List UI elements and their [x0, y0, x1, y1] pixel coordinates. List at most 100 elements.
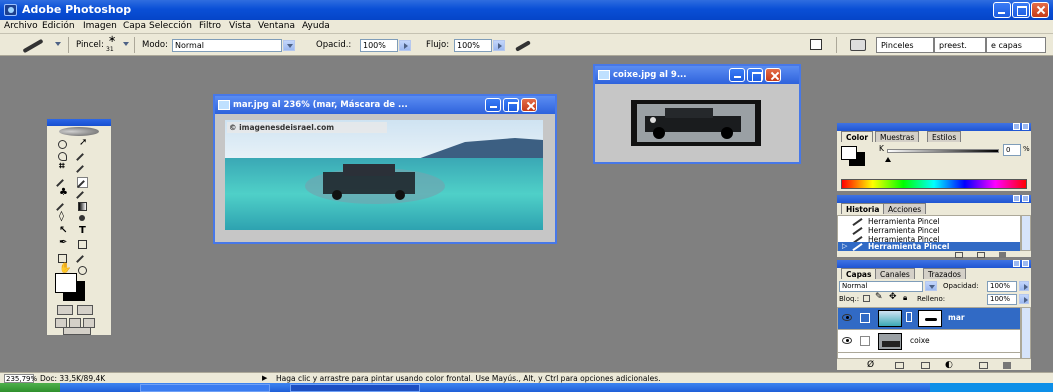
color-palette-minimize-button[interactable] — [1013, 123, 1020, 130]
zoom-tool[interactable] — [77, 265, 88, 276]
magic-wand-tool[interactable] — [76, 151, 89, 166]
pen-tool[interactable]: ✒ — [57, 237, 68, 250]
add-mask-icon[interactable] — [895, 362, 904, 369]
k-value-input[interactable]: 0 — [1003, 144, 1021, 156]
layer-row-coixe[interactable]: coixe — [838, 331, 1020, 353]
canvas-mar[interactable]: © imagenesdeisrael.com — [225, 120, 543, 230]
menu-ayuda[interactable]: Ayuda — [302, 21, 330, 31]
new-snapshot-icon[interactable] — [977, 252, 985, 258]
standard-mode-button[interactable] — [57, 305, 73, 315]
toolbox-header[interactable] — [47, 119, 111, 126]
history-palette-header[interactable] — [837, 195, 1031, 203]
mode-dropdown-arrow[interactable] — [283, 40, 295, 51]
doc-coixe-close-button[interactable] — [765, 68, 781, 82]
doc-mar-close-button[interactable] — [521, 98, 537, 112]
minimize-button[interactable] — [993, 2, 1011, 18]
brush-tool-preset-icon[interactable] — [22, 38, 44, 54]
move-tool[interactable]: ➚ — [77, 137, 88, 150]
history-palette-close-button[interactable] — [1022, 195, 1029, 202]
history-item[interactable]: Herramienta Pincel — [838, 217, 1020, 226]
doc-coixe-maximize-button[interactable] — [747, 68, 763, 82]
flow-input[interactable]: 100% — [454, 39, 492, 52]
tab-estilos[interactable]: Estilos — [927, 131, 962, 142]
quick-mask-button[interactable] — [77, 305, 93, 315]
flow-slider-button[interactable] — [493, 40, 505, 51]
start-button[interactable] — [0, 383, 60, 392]
close-button[interactable] — [1031, 2, 1049, 18]
menu-ventana[interactable]: Ventana — [258, 21, 295, 31]
visibility-eye-icon[interactable] — [842, 337, 852, 344]
marquee-tool[interactable] — [57, 139, 68, 150]
tab-trazados[interactable]: Trazados — [923, 268, 966, 279]
history-item[interactable]: Herramienta Pincel — [838, 226, 1020, 235]
adjustment-layer-icon[interactable]: ◐ — [945, 360, 953, 370]
canvas-coixe[interactable] — [631, 100, 761, 146]
menu-edicion[interactable]: Edición — [42, 21, 75, 31]
file-browser-icon[interactable] — [810, 39, 822, 50]
menu-imagen[interactable]: Imagen — [83, 21, 117, 31]
lock-transparency-icon[interactable] — [863, 295, 870, 302]
layer-opacity-input[interactable]: 100% — [987, 281, 1017, 292]
crop-tool[interactable]: ⌗ — [57, 161, 68, 174]
menu-vista[interactable]: Vista — [229, 21, 251, 31]
fill-slider-button[interactable] — [1019, 294, 1029, 304]
history-scrollbar[interactable] — [1021, 215, 1031, 251]
blend-mode-dropdown-arrow[interactable] — [925, 281, 937, 291]
slice-tool[interactable] — [76, 163, 89, 178]
zoom-field[interactable]: 235,79% — [4, 374, 37, 383]
clone-stamp-tool[interactable]: ♣ — [57, 187, 68, 200]
doc-mar-minimize-button[interactable] — [485, 98, 501, 112]
doc-coixe-minimize-button[interactable] — [729, 68, 745, 82]
opacity-input[interactable]: 100% — [360, 39, 398, 52]
layers-palette-minimize-button[interactable] — [1013, 260, 1020, 267]
tab-acciones[interactable]: Acciones — [883, 203, 927, 214]
brush-picker-dropdown[interactable] — [120, 39, 132, 50]
foreground-color-swatch[interactable] — [55, 273, 77, 293]
lock-image-icon[interactable]: ✎ — [875, 292, 883, 302]
new-document-from-state-icon[interactable] — [955, 252, 963, 258]
eyedropper-tool[interactable] — [76, 253, 89, 268]
menu-filtro[interactable]: Filtro — [199, 21, 221, 31]
history-item-selected[interactable]: ▷ Herramienta Pincel — [838, 242, 1020, 251]
palette-well-icon[interactable] — [850, 39, 866, 51]
type-tool[interactable]: T — [77, 225, 88, 238]
layer-style-icon[interactable]: Ø — [867, 360, 874, 370]
fill-input[interactable]: 100% — [987, 294, 1017, 305]
color-palette-close-button[interactable] — [1022, 123, 1029, 130]
tab-canales[interactable]: Canales — [875, 268, 915, 279]
k-slider[interactable] — [885, 149, 999, 162]
new-set-icon[interactable] — [921, 362, 930, 369]
tab-color[interactable]: Color — [841, 131, 874, 142]
blur-tool[interactable]: ◊ — [57, 211, 68, 224]
menu-capa[interactable]: Capa — [123, 21, 146, 31]
layers-palette-header[interactable] — [837, 260, 1031, 268]
layer-mask-thumbnail[interactable] — [918, 310, 942, 327]
new-layer-icon[interactable] — [979, 362, 988, 369]
menu-seleccion[interactable]: Selección — [149, 21, 192, 31]
shape-tool[interactable] — [77, 239, 88, 250]
taskbar-item[interactable] — [140, 384, 270, 392]
k-slider-thumb[interactable] — [885, 154, 891, 162]
color-ramp[interactable] — [841, 179, 1027, 189]
well-tab-pinceles[interactable]: Pinceles — [876, 37, 934, 53]
dodge-tool[interactable] — [77, 213, 88, 224]
lock-all-icon[interactable]: 🔒︎ — [903, 293, 907, 303]
layer-row-mar[interactable]: mar — [838, 308, 1020, 330]
tool-preset-dropdown[interactable] — [52, 39, 64, 50]
lock-position-icon[interactable]: ✥ — [889, 292, 897, 302]
doc-mar-maximize-button[interactable] — [503, 98, 519, 112]
airbrush-icon[interactable] — [515, 40, 531, 52]
history-palette-minimize-button[interactable] — [1013, 195, 1020, 202]
color-foreground-swatch[interactable] — [841, 146, 857, 160]
mode-select[interactable]: Normal — [172, 39, 282, 52]
tab-capas[interactable]: Capas — [841, 268, 877, 279]
blend-mode-select[interactable]: Normal — [839, 281, 923, 292]
history-brush-tool[interactable] — [76, 189, 89, 204]
layers-scrollbar[interactable] — [1021, 307, 1031, 359]
opacity-slider-button[interactable] — [399, 40, 411, 51]
layers-palette-close-button[interactable] — [1022, 260, 1029, 267]
tab-muestras[interactable]: Muestras — [875, 131, 920, 142]
menu-archivo[interactable]: Archivo — [4, 21, 38, 31]
delete-layer-trash-icon[interactable] — [1003, 362, 1011, 369]
well-tab-capas[interactable]: e capas — [986, 37, 1046, 53]
